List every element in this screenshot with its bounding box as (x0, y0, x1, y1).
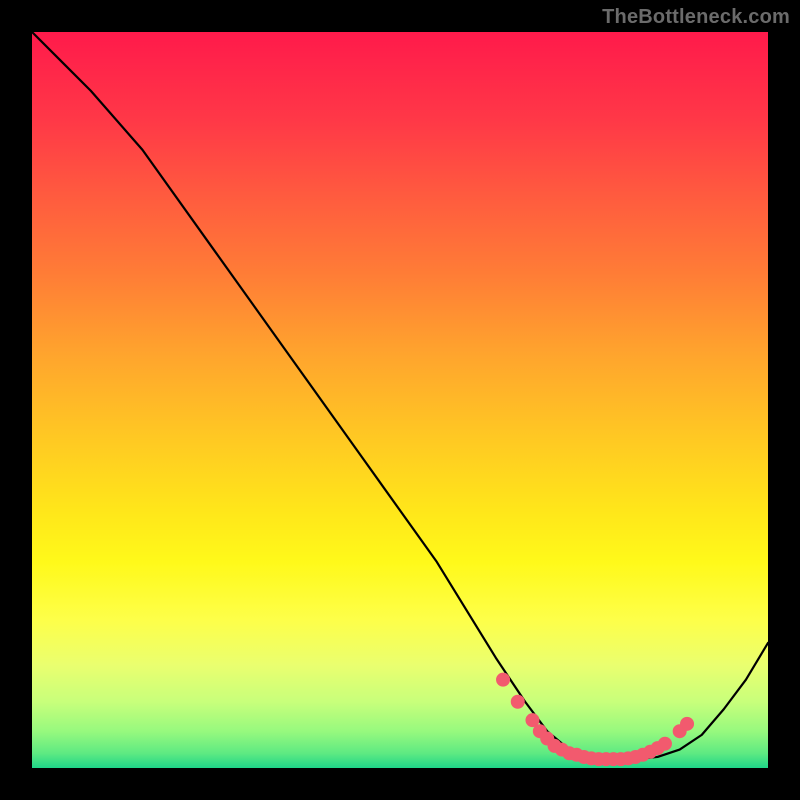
marker-dot (497, 673, 510, 686)
marker-dot (681, 717, 694, 730)
curve-layer (32, 32, 768, 768)
chart-frame: TheBottleneck.com (0, 0, 800, 800)
marker-dot (526, 714, 539, 727)
bottleneck-curve (32, 32, 768, 759)
marker-dot (658, 737, 671, 750)
watermark: TheBottleneck.com (602, 6, 790, 29)
marker-dot (511, 695, 524, 708)
minimum-markers (497, 673, 694, 765)
plot-area (32, 32, 768, 768)
